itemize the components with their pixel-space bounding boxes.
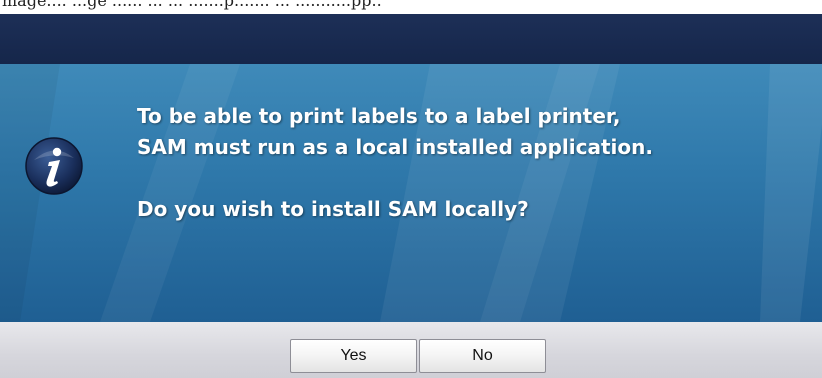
message-line-1: To be able to print labels to a label pr… — [137, 104, 621, 128]
info-icon — [25, 137, 83, 195]
message-question: Do you wish to install SAM locally? — [137, 197, 529, 221]
dialog-message: To be able to print labels to a label pr… — [137, 101, 797, 225]
cropped-caption-text: mage.... ...ge ...... ... ... .......p..… — [2, 0, 382, 10]
cropped-caption-strip: mage.... ...ge ...... ... ... .......p..… — [0, 0, 822, 14]
message-line-2: SAM must run as a local installed applic… — [137, 135, 653, 159]
no-button[interactable]: No — [419, 339, 546, 373]
yes-button[interactable]: Yes — [290, 339, 417, 373]
dialog-content: To be able to print labels to a label pr… — [0, 64, 822, 322]
install-dialog: To be able to print labels to a label pr… — [0, 14, 822, 378]
dialog-titlebar — [0, 14, 822, 64]
dialog-footer: Yes No — [0, 322, 822, 378]
